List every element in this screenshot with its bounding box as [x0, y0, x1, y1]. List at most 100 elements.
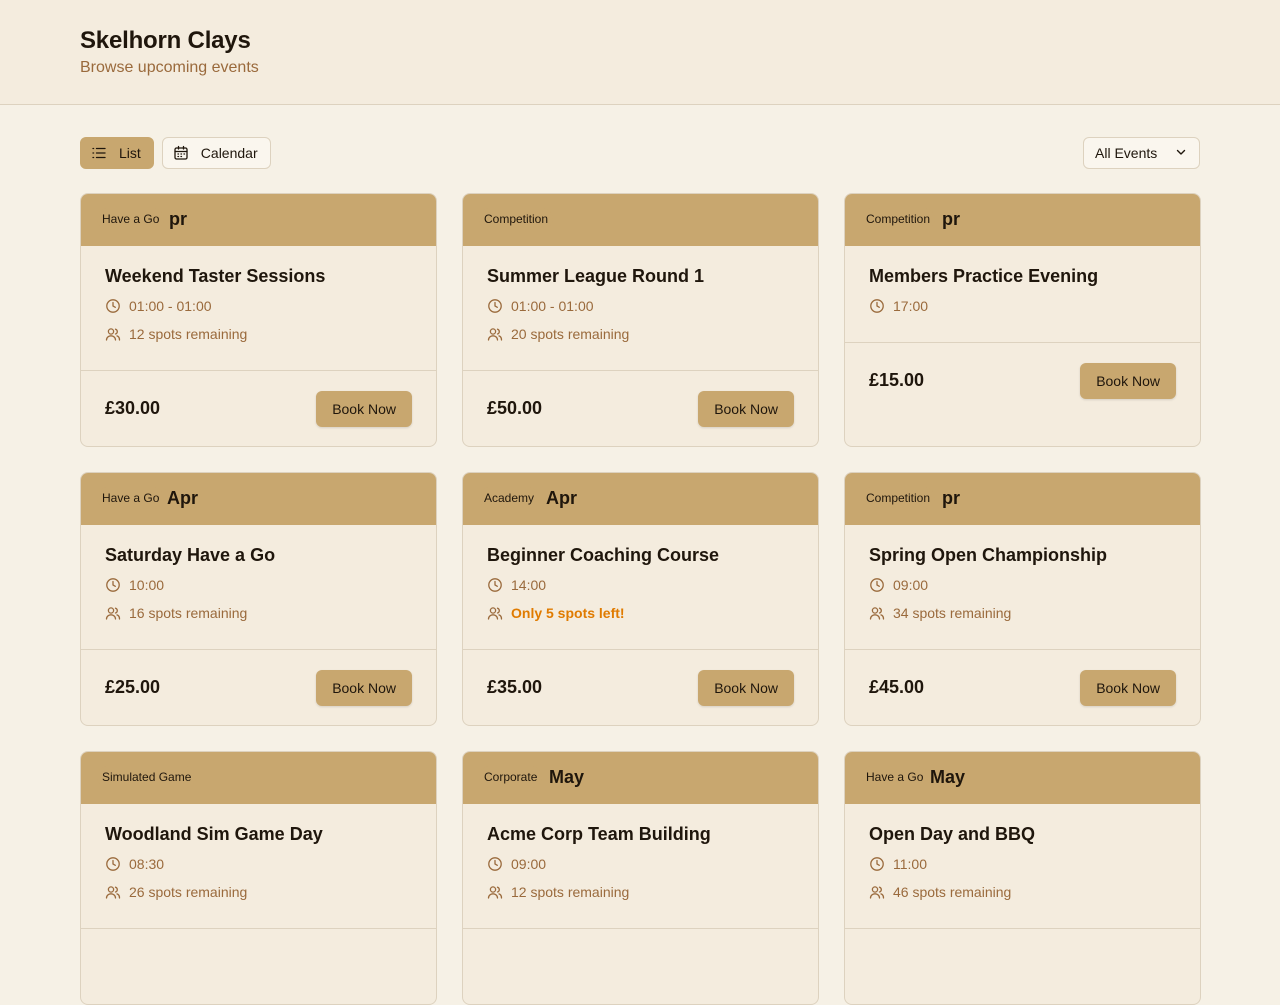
event-title: Members Practice Evening — [869, 266, 1099, 286]
event-time-text: 01:00 - 01:00 — [129, 298, 212, 314]
event-card-body: Open Day and BBQ 11:00 46 spots remainin… — [845, 804, 1200, 929]
event-card-header: Competition — [463, 194, 818, 246]
event-card-footer: £50.00 Book Now — [463, 371, 818, 446]
calendar-view-button[interactable]: Calendar — [161, 137, 271, 169]
event-card-header: pr Competition — [845, 194, 1200, 246]
list-view-button[interactable]: List — [80, 137, 154, 169]
list-icon — [91, 145, 107, 161]
event-title: Open Day and BBQ — [869, 824, 1036, 844]
event-spots: 20 spots remaining — [487, 324, 794, 344]
event-card: pr Competition Members Practice Evening … — [844, 193, 1201, 447]
toolbar: List Calendar All Events — [80, 137, 1200, 169]
event-spots-text: 20 spots remaining — [511, 326, 630, 342]
book-now-button[interactable]: Book Now — [698, 669, 794, 706]
book-now-button[interactable]: Book Now — [316, 669, 412, 706]
event-spots-text: 46 spots remaining — [893, 884, 1012, 900]
event-time-text: 01:00 - 01:00 — [511, 298, 594, 314]
category-badge: Competition — [861, 208, 936, 230]
event-card-footer: £35.00 Book Now — [463, 650, 818, 725]
event-spots: 26 spots remaining — [105, 882, 412, 902]
event-time: 10:00 — [105, 575, 412, 595]
event-card-body: Acme Corp Team Building 09:00 12 spots r… — [463, 804, 818, 929]
event-card-footer: £25.00 Book Now — [81, 650, 436, 725]
event-date: pr — [169, 209, 187, 229]
event-time-text: 09:00 — [511, 856, 547, 872]
calendar-view-label: Calendar — [200, 145, 258, 161]
event-date: Apr — [167, 488, 198, 508]
event-time-text: 17:00 — [893, 298, 929, 314]
category-badge: Have a Go — [97, 487, 165, 509]
event-card-header: pr Competition — [845, 473, 1200, 525]
event-title: Weekend Taster Sessions — [105, 266, 326, 286]
category-badge: Competition — [479, 208, 554, 230]
event-time: 09:00 — [487, 854, 794, 874]
event-card-body: Summer League Round 1 01:00 - 01:00 20 s… — [463, 246, 818, 371]
site-subtitle: Browse upcoming events — [80, 59, 259, 76]
event-date: Apr — [546, 488, 577, 508]
event-card-footer: £30.00 Book Now — [81, 371, 436, 446]
event-spots: 12 spots remaining — [105, 324, 412, 344]
clock-icon — [487, 298, 503, 314]
book-now-button[interactable]: Book Now — [316, 390, 412, 427]
event-card-header: Apr Have a Go — [81, 473, 436, 525]
event-card-header: Apr Academy — [463, 473, 818, 525]
event-card: Competition Summer League Round 1 01:00 … — [462, 193, 819, 447]
event-card-header: May Corporate — [463, 752, 818, 804]
event-spots-text: 12 spots remaining — [129, 326, 248, 342]
event-price: £50.00 — [487, 398, 543, 418]
event-filter-select[interactable]: All Events — [1083, 137, 1200, 169]
event-price: £25.00 — [105, 677, 161, 697]
book-now-button[interactable]: Book Now — [698, 390, 794, 427]
category-badge: Corporate — [479, 766, 543, 788]
site-header: Skelhorn Clays Browse upcoming events — [0, 0, 1280, 105]
event-card: Simulated Game Woodland Sim Game Day 08:… — [80, 751, 437, 1005]
event-card-body: Woodland Sim Game Day 08:30 26 spots rem… — [81, 804, 436, 929]
event-title: Acme Corp Team Building — [487, 824, 711, 844]
clock-icon — [487, 856, 503, 872]
view-toggle: List Calendar — [80, 137, 271, 169]
chevron-down-icon — [1175, 145, 1187, 161]
event-title: Saturday Have a Go — [105, 545, 276, 565]
event-time-text: 08:30 — [129, 856, 165, 872]
events-grid: pr Have a Go Weekend Taster Sessions 01:… — [80, 193, 1201, 1005]
event-price: £35.00 — [487, 677, 543, 697]
event-price: £45.00 — [869, 677, 925, 697]
event-card: pr Have a Go Weekend Taster Sessions 01:… — [80, 193, 437, 447]
users-icon — [105, 605, 121, 621]
clock-icon — [105, 856, 121, 872]
event-time-text: 11:00 — [893, 856, 927, 872]
event-card: May Have a Go Open Day and BBQ 11:00 46 … — [844, 751, 1201, 1005]
event-time: 01:00 - 01:00 — [487, 296, 794, 316]
event-card: pr Competition Spring Open Championship … — [844, 472, 1201, 726]
users-icon — [487, 605, 503, 621]
clock-icon — [105, 577, 121, 593]
event-time: 11:00 — [869, 854, 1176, 874]
book-now-button[interactable]: Book Now — [1080, 669, 1176, 706]
clock-icon — [869, 298, 885, 314]
event-card-body: Members Practice Evening 17:00 — [845, 246, 1200, 343]
category-badge: Have a Go — [861, 766, 929, 788]
clock-icon — [487, 577, 503, 593]
users-icon — [487, 326, 503, 342]
users-icon — [869, 884, 885, 900]
book-now-button[interactable]: Book Now — [1080, 362, 1176, 399]
event-time-text: 10:00 — [129, 577, 165, 593]
event-date: pr — [942, 488, 960, 508]
event-card-footer: £15.00 Book Now — [845, 343, 1200, 418]
event-spots: 46 spots remaining — [869, 882, 1176, 902]
clock-icon — [105, 298, 121, 314]
event-time: 08:30 — [105, 854, 412, 874]
event-card-body: Saturday Have a Go 10:00 16 spots remain… — [81, 525, 436, 650]
event-card-footer: £45.00 Book Now — [845, 650, 1200, 725]
event-spots-text: 34 spots remaining — [893, 605, 1012, 621]
event-spots: 34 spots remaining — [869, 603, 1176, 623]
category-badge: Academy — [479, 487, 540, 509]
event-card: Apr Have a Go Saturday Have a Go 10:00 1… — [80, 472, 437, 726]
users-icon — [869, 605, 885, 621]
event-title: Summer League Round 1 — [487, 266, 705, 286]
event-card-body: Weekend Taster Sessions 01:00 - 01:00 12… — [81, 246, 436, 371]
category-badge: Simulated Game — [97, 766, 197, 788]
users-icon — [487, 884, 503, 900]
users-icon — [105, 326, 121, 342]
event-spots-text: Only 5 spots left! — [511, 605, 625, 621]
